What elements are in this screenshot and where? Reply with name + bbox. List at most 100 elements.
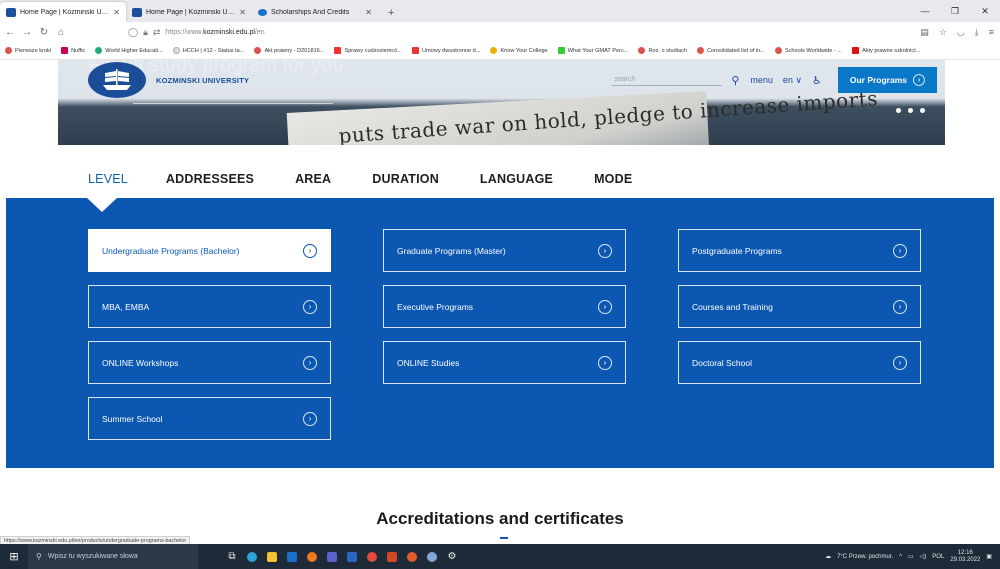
bookmark-item[interactable]: Nuffic xyxy=(61,47,85,54)
program-card-summer-school[interactable]: Summer School › xyxy=(88,397,331,440)
new-tab-button[interactable]: + xyxy=(378,7,404,22)
tab-duration[interactable]: DURATION xyxy=(372,172,439,186)
edge-icon[interactable] xyxy=(242,544,262,569)
back-icon[interactable]: ← xyxy=(3,27,17,38)
site-logo[interactable]: KOZMINSKI UNIVERSITY xyxy=(88,62,249,98)
firefox-icon[interactable] xyxy=(302,544,322,569)
program-card-doctoral[interactable]: Doctoral School › xyxy=(678,341,921,384)
bookmark-item[interactable]: Know Your College xyxy=(490,47,548,54)
bookmark-item[interactable]: Pierwsze kroki xyxy=(5,47,51,54)
address-bar[interactable]: ◯ 🔒︎ ⇄ https://www.kozminski.edu.pl/en xyxy=(128,27,828,38)
bookmark-item[interactable]: HCCH | #12 - Status ta... xyxy=(172,47,244,54)
kozminski-favicon-icon xyxy=(132,7,142,17)
taskbar-search[interactable]: ⚲ Wpisz tu wyszukiwane słowa xyxy=(28,544,198,569)
program-card-graduate[interactable]: Graduate Programs (Master) › xyxy=(383,229,626,272)
tab-area[interactable]: AREA xyxy=(295,172,331,186)
program-card-courses[interactable]: Courses and Training › xyxy=(678,285,921,328)
close-tab-icon[interactable]: ✕ xyxy=(365,8,372,17)
pocket-icon[interactable]: ◡ xyxy=(957,27,965,38)
carousel-dot[interactable] xyxy=(908,108,913,113)
tab-language[interactable]: LANGUAGE xyxy=(480,172,553,186)
language-selector[interactable]: en ∨ xyxy=(783,75,802,86)
shield-icon[interactable]: ◯ xyxy=(128,27,138,38)
program-label: Summer School xyxy=(102,413,163,424)
close-window-icon[interactable]: ✕ xyxy=(970,6,1000,17)
menu-button[interactable]: menu xyxy=(750,75,773,85)
weather-text[interactable]: 7°C Przew. pochmur. xyxy=(837,554,893,560)
task-view-icon[interactable]: ⧉ xyxy=(222,544,242,569)
program-card-online-workshops[interactable]: ONLINE Workshops › xyxy=(88,341,331,384)
close-tab-icon[interactable]: ✕ xyxy=(113,8,120,17)
chevron-right-icon: › xyxy=(303,243,317,258)
program-card-mba[interactable]: MBA, EMBA › xyxy=(88,285,331,328)
site-header: KOZMINSKI UNIVERSITY search ⚲ menu en ∨ … xyxy=(58,60,945,100)
program-card-postgraduate[interactable]: Postgraduate Programs › xyxy=(678,229,921,272)
bookmark-item[interactable]: Sprawy cudzoziemcó... xyxy=(334,47,402,54)
reload-icon[interactable]: ↻ xyxy=(37,27,51,38)
tab-addressees[interactable]: ADDRESSEES xyxy=(166,172,254,186)
program-card-online-studies[interactable]: ONLINE Studies › xyxy=(383,341,626,384)
program-label: Graduate Programs (Master) xyxy=(397,245,506,256)
program-label: MBA, EMBA xyxy=(102,301,150,312)
home-icon[interactable]: ⌂ xyxy=(54,27,68,38)
program-filter-tabs: LEVEL ADDRESSEES AREA DURATION LANGUAGE … xyxy=(88,172,673,186)
notifications-icon[interactable]: ▣ xyxy=(986,553,992,560)
program-label: Executive Programs xyxy=(397,301,474,312)
bookmark-icon xyxy=(774,47,782,54)
close-tab-icon[interactable]: ✕ xyxy=(239,8,246,17)
bookmark-item[interactable]: What Your GMAT Perc... xyxy=(557,47,628,54)
carousel-dot[interactable] xyxy=(896,108,901,113)
tray-chevron-icon[interactable]: ^ xyxy=(899,554,902,560)
downloads-icon[interactable]: ⤓ xyxy=(975,27,979,38)
settings-gear-icon[interactable]: ⚙ xyxy=(442,544,462,569)
bookmark-item[interactable]: Umowy dwustronne d... xyxy=(411,47,480,54)
app-icon[interactable] xyxy=(422,544,442,569)
program-card-executive[interactable]: Executive Programs › xyxy=(383,285,626,328)
bookmark-item[interactable]: Roz. o studiach xyxy=(638,47,687,54)
site-search-input[interactable]: search xyxy=(612,74,723,86)
bookmark-item[interactable]: Consolidated list of in... xyxy=(697,47,765,54)
file-explorer-icon[interactable] xyxy=(262,544,282,569)
browser-tab-3[interactable]: Scholarships And Credits ✕ xyxy=(252,2,378,22)
app-menu-icon[interactable]: ≡ xyxy=(989,27,994,38)
network-icon[interactable]: ▭ xyxy=(908,553,914,560)
our-programs-button[interactable]: Our Programs › xyxy=(837,67,937,93)
outlook-icon[interactable] xyxy=(282,544,302,569)
windows-start-icon[interactable]: ⊞ xyxy=(0,550,28,563)
volume-icon[interactable]: ◁) xyxy=(920,553,927,560)
permissions-icon[interactable]: ⇄ xyxy=(153,27,161,38)
bookmark-item[interactable]: Akt prawny - D201816... xyxy=(254,47,324,54)
browser-tab-1[interactable]: Home Page | Kozminski Univer ✕ xyxy=(0,2,126,22)
language-indicator[interactable]: POL xyxy=(932,554,944,560)
tab-level[interactable]: LEVEL xyxy=(88,172,128,186)
tab-title: Home Page | Kozminski Univer xyxy=(20,8,110,16)
reader-view-icon[interactable]: ▤ xyxy=(920,27,929,38)
teams-icon[interactable] xyxy=(322,544,342,569)
weather-icon[interactable]: ☁ xyxy=(825,553,831,560)
clock[interactable]: 12:16 29.03.2022 xyxy=(950,550,980,564)
lock-icon[interactable]: 🔒︎ xyxy=(143,27,148,38)
bookmark-item[interactable]: Schools Worldwide - ... xyxy=(774,47,842,54)
chrome-icon[interactable] xyxy=(362,544,382,569)
word-icon[interactable] xyxy=(342,544,362,569)
program-card-undergraduate[interactable]: Undergraduate Programs (Bachelor) › xyxy=(88,229,331,272)
active-tab-indicator xyxy=(87,198,117,212)
bookmark-star-icon[interactable]: ☆ xyxy=(939,27,947,38)
minimize-icon[interactable]: — xyxy=(910,6,940,16)
chevron-right-icon: › xyxy=(893,355,907,370)
search-icon[interactable]: ⚲ xyxy=(724,74,746,87)
carousel-dot[interactable] xyxy=(920,108,925,113)
forward-icon[interactable]: → xyxy=(20,27,34,38)
browser-tab-2[interactable]: Home Page | Kozminski Univer ✕ xyxy=(126,2,252,22)
clock-date: 29.03.2022 xyxy=(950,556,981,563)
accessibility-icon[interactable]: ♿︎ xyxy=(812,74,822,87)
firefox-alt-icon[interactable] xyxy=(402,544,422,569)
bookmark-item[interactable]: Akty prawne szkolnict... xyxy=(851,47,920,54)
program-label: ONLINE Studies xyxy=(397,357,460,368)
bookmark-icon xyxy=(5,47,12,54)
powerpoint-icon[interactable] xyxy=(382,544,402,569)
bookmark-item[interactable]: World Higher Educati... xyxy=(95,47,163,54)
tab-mode[interactable]: MODE xyxy=(594,172,632,186)
bookmark-icon xyxy=(490,47,498,54)
restore-icon[interactable]: ❐ xyxy=(940,6,970,17)
